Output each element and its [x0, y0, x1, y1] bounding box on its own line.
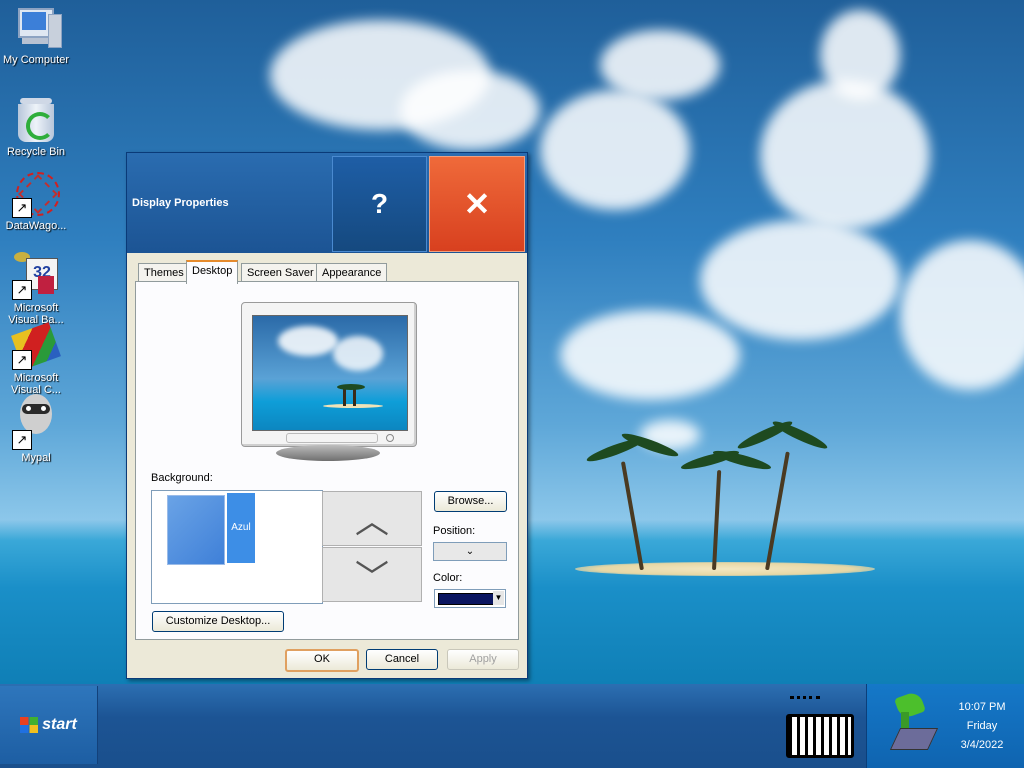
- background-label: Background:: [151, 472, 213, 484]
- display-properties-dialog: Display Properties ? ✕ Themes Desktop Sc…: [126, 152, 528, 679]
- dialog-title: Display Properties: [132, 197, 229, 209]
- desktop-icon-mypal[interactable]: ↗ Mypal: [0, 390, 72, 464]
- start-button[interactable]: start: [0, 686, 98, 764]
- wallpaper-preview: [252, 315, 408, 431]
- dropdown-arrow-icon[interactable]: ▼: [493, 591, 504, 605]
- shortcut-arrow-icon: ↗: [12, 198, 32, 218]
- desktop-icon-visual-basic[interactable]: 32 ↗ Microsoft Visual Ba...: [0, 252, 72, 326]
- monitor-case: [241, 302, 417, 447]
- background-item-azul[interactable]: Azul: [227, 493, 255, 563]
- browse-button[interactable]: Browse...: [434, 491, 507, 512]
- desktop-icon-label: Recycle Bin: [6, 146, 66, 158]
- desktop-icon-recycle-bin[interactable]: Recycle Bin: [0, 96, 72, 158]
- keyboard-icon[interactable]: [784, 694, 854, 758]
- desktop-icon-my-computer[interactable]: My Computer: [0, 4, 72, 66]
- shortcut-arrow-icon: ↗: [12, 350, 32, 370]
- wallpaper-file-icon[interactable]: [167, 495, 225, 565]
- shortcut-arrow-icon: ↗: [12, 280, 32, 300]
- shortcut-arrow-icon: ↗: [12, 430, 32, 450]
- clock-date: 3/4/2022: [960, 739, 1004, 751]
- datawago-icon: ↗: [12, 170, 60, 218]
- position-label: Position:: [433, 525, 476, 537]
- color-label: Color:: [433, 572, 463, 584]
- taskbar: start 10:07 PM Friday 3/4/2022: [0, 684, 1024, 768]
- title-bar[interactable]: Display Properties ? ✕: [127, 153, 527, 253]
- help-icon: ?: [370, 188, 389, 219]
- color-swatch: [438, 593, 494, 605]
- help-button[interactable]: ?: [332, 156, 427, 252]
- desktop-tab-panel: Background: Azul ︿ ﹀ Browse... Position:…: [135, 281, 519, 640]
- chevron-down-icon: ﹀: [355, 559, 389, 597]
- chevron-down-icon: ⌄: [465, 546, 475, 557]
- tab-appearance[interactable]: Appearance: [316, 263, 388, 282]
- position-dropdown[interactable]: ⌄: [433, 542, 507, 561]
- clock-day: Friday: [966, 720, 998, 732]
- ok-button[interactable]: OK: [285, 649, 359, 672]
- system-tray: 10:07 PM Friday 3/4/2022: [866, 684, 1024, 768]
- color-picker[interactable]: ▼: [434, 589, 506, 608]
- desktop-icon-visual-c[interactable]: ↗ Microsoft Visual C...: [0, 322, 72, 396]
- scroll-up-button[interactable]: ︿: [322, 491, 422, 546]
- apply-button[interactable]: Apply: [447, 649, 519, 670]
- close-icon: ✕: [463, 186, 491, 222]
- tab-screen-saver[interactable]: Screen Saver: [241, 263, 320, 282]
- chevron-up-icon: ︿: [355, 503, 389, 541]
- monitor-preview: [241, 302, 417, 461]
- raccoon-icon: ↗: [12, 390, 60, 450]
- close-button[interactable]: ✕: [429, 156, 525, 252]
- recycle-bin-icon: [12, 96, 60, 144]
- island: [575, 562, 875, 576]
- scroll-down-button[interactable]: ﹀: [322, 547, 422, 602]
- desktop-icon-label: Mypal: [21, 452, 51, 464]
- start-label: start: [42, 716, 77, 733]
- tab-desktop[interactable]: Desktop: [186, 260, 239, 284]
- visual-c-icon: ↗: [11, 322, 61, 370]
- network-icon[interactable]: [881, 690, 939, 754]
- tab-themes[interactable]: Themes: [138, 263, 190, 282]
- monitor-stand: [276, 445, 380, 461]
- visual-basic-icon: 32 ↗: [12, 252, 60, 300]
- windows-logo-icon: [20, 717, 39, 733]
- background-list[interactable]: Azul: [151, 490, 323, 604]
- cancel-button[interactable]: Cancel: [366, 649, 438, 670]
- clock[interactable]: 10:07 PM Friday 3/4/2022: [947, 698, 1017, 755]
- customize-desktop-button[interactable]: Customize Desktop...: [152, 611, 284, 632]
- desktop-icon-label: DataWago...: [5, 220, 67, 232]
- clock-time: 10:07 PM: [958, 701, 1006, 713]
- computer-icon: [12, 4, 62, 52]
- desktop-icon-datawago[interactable]: ↗ DataWago...: [0, 170, 72, 232]
- desktop-icon-label: My Computer: [2, 54, 70, 66]
